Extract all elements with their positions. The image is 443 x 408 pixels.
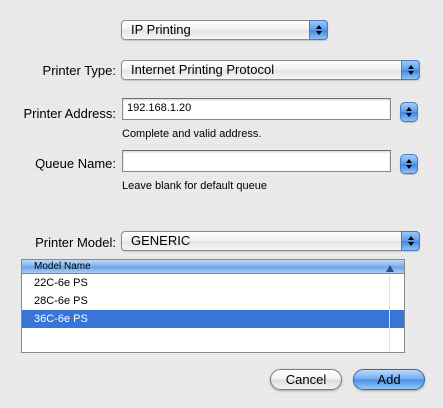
queue-name-label: Queue Name:: [35, 156, 116, 171]
queue-history-button[interactable]: [400, 154, 418, 174]
list-item[interactable]: 28C-6e PS: [22, 292, 404, 310]
column-header-label: Model Name: [34, 261, 91, 272]
popup-arrows-icon: [401, 231, 420, 251]
cancel-button[interactable]: Cancel: [270, 369, 342, 390]
sort-ascending-icon: [386, 263, 394, 276]
popup-arrows-icon: [401, 60, 420, 80]
printer-model-popup[interactable]: GENERIC: [121, 231, 420, 251]
printer-model-label: Printer Model:: [35, 235, 116, 250]
printer-address-field[interactable]: 192.168.1.20: [122, 98, 391, 120]
printer-address-label: Printer Address:: [23, 106, 117, 121]
queue-name-helper: Leave blank for default queue: [122, 180, 267, 192]
address-history-button[interactable]: [400, 102, 418, 122]
printer-address-helper: Complete and valid address.: [122, 128, 262, 140]
model-name-column-header[interactable]: Model Name: [22, 260, 404, 274]
printer-type-popup[interactable]: Internet Printing Protocol: [121, 60, 420, 80]
printer-type-label: Printer Type:: [42, 63, 116, 78]
printer-type-value: Internet Printing Protocol: [131, 62, 275, 77]
scrollbar-divider: [389, 274, 390, 352]
list-item[interactable]: 22C-6e PS: [22, 274, 404, 292]
connection-type-popup[interactable]: IP Printing: [121, 20, 328, 40]
list-item-selected[interactable]: 36C-6e PS: [22, 310, 404, 328]
popup-arrows-icon: [309, 20, 328, 40]
model-list[interactable]: Model Name 22C-6e PS 28C-6e PS 36C-6e PS: [21, 259, 405, 353]
add-button[interactable]: Add: [353, 369, 425, 390]
queue-name-field[interactable]: [122, 150, 391, 172]
connection-type-value: IP Printing: [131, 22, 191, 37]
printer-model-value: GENERIC: [131, 233, 191, 248]
